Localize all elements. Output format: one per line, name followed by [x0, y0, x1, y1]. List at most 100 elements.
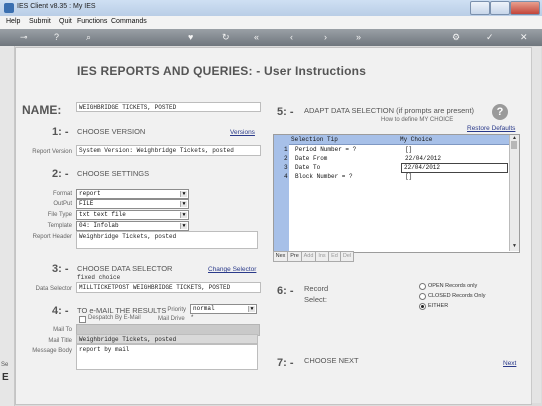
refresh-icon[interactable]: ↻	[222, 31, 230, 43]
tab-next[interactable]: Nex	[273, 251, 288, 262]
chevron-down-icon: ▼	[180, 191, 187, 197]
key-icon[interactable]: ⊸	[20, 31, 28, 43]
row-choice[interactable]: []	[405, 145, 412, 154]
data-selector-field[interactable]: MILLTICKETPOST WEIGHBRIDGE TICKETS, POST…	[76, 282, 261, 293]
scroll-thumb[interactable]	[511, 141, 517, 149]
step7-number: 7: -	[277, 357, 294, 369]
close-icon[interactable]: ✕	[520, 31, 528, 43]
table-row[interactable]: 1 Period Number = ? []	[274, 145, 509, 154]
scroll-down-icon[interactable]: ▼	[512, 243, 517, 249]
help-icon[interactable]: ?	[54, 31, 59, 43]
mail-to-label: Mail To	[53, 327, 72, 333]
tab-add[interactable]: Add	[301, 251, 316, 262]
next-link[interactable]: Next	[503, 360, 516, 367]
radio-either-label: EITHER	[428, 303, 449, 309]
name-label: NAME:	[22, 103, 62, 117]
step1-number: 1: -	[52, 126, 69, 138]
table-row[interactable]: 2 Date From 22/04/2012	[274, 154, 509, 163]
report-header-field[interactable]: Weighbridge Tickets, posted	[76, 231, 258, 249]
output-label: OutPut	[53, 201, 72, 207]
message-body-label: Message Body	[32, 348, 72, 354]
priority-dropdown[interactable]: normal ▼	[190, 304, 257, 314]
restore-defaults-link[interactable]: Restore Defaults	[467, 125, 515, 132]
mail-title-field[interactable]: Weighbridge Tickets, posted	[76, 334, 258, 344]
settings-icon[interactable]: ⚙	[452, 31, 460, 43]
ok-icon[interactable]: ✓	[486, 31, 494, 43]
maximize-button[interactable]	[490, 1, 510, 15]
radio-closed-records[interactable]	[419, 293, 426, 300]
chevron-down-icon: ▼	[180, 212, 187, 218]
step2-number: 2: -	[52, 168, 69, 180]
grid-action-tabs: Nex Pre Add Ins Ed Del	[273, 251, 373, 262]
despatch-checkbox[interactable]	[79, 316, 86, 323]
row-number: 3	[284, 164, 288, 171]
row-tip: Date From	[295, 155, 328, 162]
menu-commands[interactable]: Commands	[111, 18, 147, 25]
radio-closed-label: CLOSED Records Only	[428, 293, 486, 299]
report-version-label: Report Version	[32, 149, 72, 155]
tab-delete[interactable]: Del	[340, 251, 354, 262]
forward-icon[interactable]: »	[356, 31, 361, 43]
message-body-field[interactable]: report by mail	[76, 344, 258, 370]
radio-open-records[interactable]	[419, 283, 426, 290]
row-tip: Block Number = ?	[295, 173, 353, 180]
close-window-button[interactable]	[510, 1, 540, 15]
step5-title: ADAPT DATA SELECTION (if prompts are pre…	[304, 106, 475, 115]
change-selector-link[interactable]: Change Selector	[208, 266, 256, 273]
filetype-dropdown[interactable]: txt text file ▼	[76, 210, 189, 220]
format-dropdown[interactable]: report ▼	[76, 189, 189, 199]
template-value: 04: Infolab	[79, 222, 119, 229]
menu-help[interactable]: Help	[6, 18, 20, 25]
prev-icon[interactable]: ‹	[290, 31, 293, 43]
back-icon[interactable]: «	[254, 31, 259, 43]
grid-header: Selection Tip My Choice	[289, 135, 509, 145]
row-choice[interactable]: 22/04/2012	[405, 154, 441, 163]
step7-title: CHOOSE NEXT	[304, 356, 359, 365]
mail-drive-value: *	[191, 315, 194, 321]
output-value: FILE	[79, 200, 94, 207]
row-number: 2	[284, 155, 288, 162]
format-value: report	[79, 190, 101, 197]
report-version-field[interactable]: System Version: Weighbridge Tickets, pos…	[76, 145, 261, 156]
tab-insert[interactable]: Ins	[315, 251, 329, 262]
table-row[interactable]: 3 Date To 22/04/2012	[274, 163, 509, 173]
left-strip-bottom-text: E	[2, 372, 9, 383]
menu-functions[interactable]: Functions	[77, 18, 107, 25]
mail-drive-label: Mail Drive	[158, 316, 185, 322]
grid-scrollbar[interactable]: ▲ ▼	[509, 135, 519, 251]
template-dropdown[interactable]: 04: Infolab ▼	[76, 221, 189, 231]
tab-previous[interactable]: Pre	[287, 251, 302, 262]
left-strip: Se E	[0, 46, 15, 406]
step4-number: 4: -	[52, 305, 69, 317]
search-icon[interactable]: ⌕	[86, 31, 91, 43]
radio-open-label: OPEN Records only	[428, 283, 478, 289]
heart-icon[interactable]: ♥	[188, 31, 193, 43]
output-dropdown[interactable]: FILE ▼	[76, 199, 189, 209]
minimize-button[interactable]	[470, 1, 490, 15]
main-scrollbar[interactable]	[531, 47, 541, 403]
window-title: IES Client v8.35 : My IES	[17, 3, 96, 10]
filetype-value: txt text file	[79, 211, 126, 218]
data-selector-label: Data Selector	[35, 286, 72, 292]
menu-bar: Help Submit Quit Functions Commands	[0, 16, 542, 30]
row-choice[interactable]: []	[405, 172, 412, 181]
report-header-label: Report Header	[32, 234, 72, 240]
app-icon	[4, 3, 14, 13]
help-circle-icon[interactable]: ?	[492, 104, 508, 120]
next-icon[interactable]: ›	[324, 31, 327, 43]
menu-quit[interactable]: Quit	[59, 18, 72, 25]
name-field[interactable]: WEIGHBRIDGE TICKETS, POSTED	[76, 102, 261, 112]
left-strip-top-text: Se	[1, 362, 9, 368]
menu-submit[interactable]: Submit	[29, 18, 51, 25]
priority-value: normal	[193, 305, 215, 312]
step6-number: 6: -	[277, 285, 294, 297]
table-row[interactable]: 4 Block Number = ? []	[274, 172, 509, 181]
radio-either[interactable]	[419, 303, 426, 310]
step3-title: CHOOSE DATA SELECTOR	[77, 264, 173, 273]
versions-link[interactable]: Versions	[230, 129, 255, 136]
page-title: IES REPORTS AND QUERIES: - User Instruct…	[77, 64, 367, 78]
step3-number: 3: -	[52, 263, 69, 275]
col-my-choice: My Choice	[400, 136, 433, 143]
filetype-label: File Type	[47, 212, 72, 218]
row-tip: Period Number = ?	[295, 146, 357, 153]
